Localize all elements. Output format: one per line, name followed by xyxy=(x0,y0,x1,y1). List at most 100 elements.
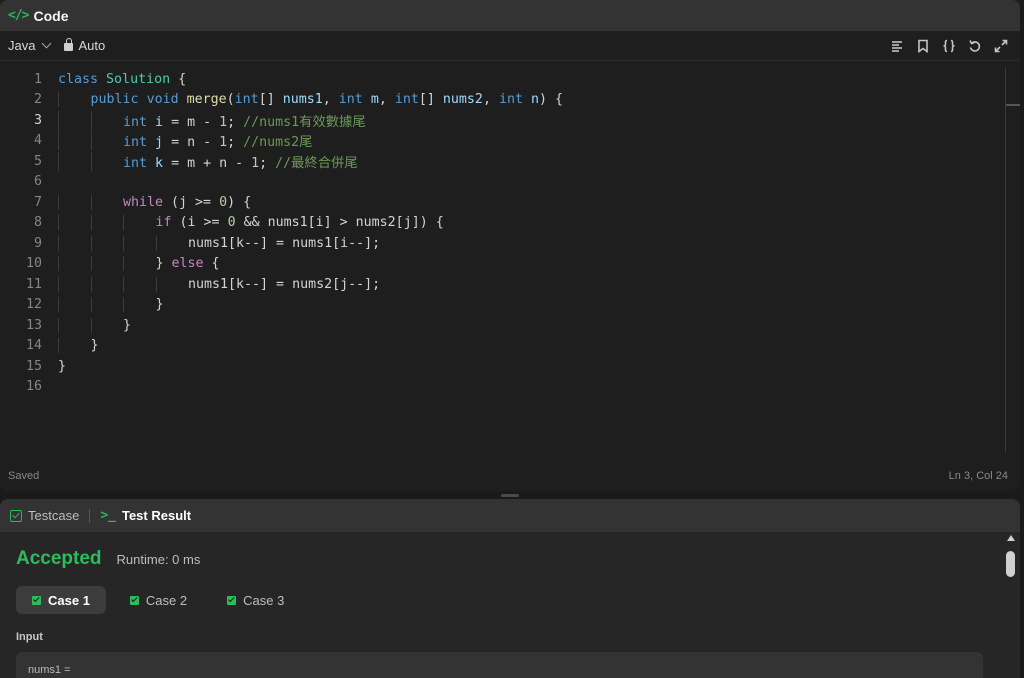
code-text: } else { xyxy=(42,256,220,272)
code-token: 0 xyxy=(227,215,236,231)
code-text: int j = n - 1; //nums2尾 xyxy=(42,131,313,151)
code-token: = n - xyxy=(163,135,220,151)
editor-scrollbar-track[interactable] xyxy=(1005,68,1006,452)
language-select[interactable]: Java xyxy=(8,38,54,53)
case-tab-label: Case 3 xyxy=(243,592,285,608)
result-scrollbar[interactable] xyxy=(1006,535,1016,675)
expand-icon[interactable] xyxy=(993,38,1008,53)
indent-guide xyxy=(123,297,124,313)
code-panel-title[interactable]: </> Code xyxy=(8,8,68,24)
chevron-down-icon xyxy=(42,38,52,49)
code-line[interactable]: 6 xyxy=(0,172,1020,193)
code-line[interactable]: 9 nums1[k--] = nums1[i--]; xyxy=(0,233,1020,254)
indent-guide xyxy=(90,194,92,210)
code-token: k xyxy=(155,155,164,171)
indent-guide xyxy=(58,256,59,272)
line-number: 12 xyxy=(25,297,42,313)
code-token: else xyxy=(171,256,204,272)
line-number: 7 xyxy=(33,194,42,210)
code-line[interactable]: 7 while (j >= 0) { xyxy=(0,192,1020,213)
code-line[interactable]: 4 int j = n - 1; //nums2尾 xyxy=(0,131,1020,152)
line-number: 11 xyxy=(25,276,42,292)
auto-mode-label: Auto xyxy=(78,38,106,53)
runtime-label: Runtime: 0 ms xyxy=(116,552,201,567)
code-token: class xyxy=(58,71,99,87)
scroll-thumb[interactable] xyxy=(1006,551,1015,577)
code-text: } xyxy=(42,317,131,333)
editor-overview-marker xyxy=(1006,104,1020,106)
code-line[interactable]: 5 int k = m + n - 1; //最終合併尾 xyxy=(0,151,1020,172)
tab-testcase[interactable]: Testcase xyxy=(10,508,79,523)
code-token: ) { xyxy=(227,194,252,210)
reset-icon[interactable] xyxy=(967,38,982,53)
code-line[interactable]: 3 int i = m - 1; //nums1有效數據尾 xyxy=(0,110,1020,131)
code-token: //最終合併尾 xyxy=(275,155,358,171)
line-number: 3 xyxy=(33,112,42,128)
auto-mode-toggle[interactable]: Auto xyxy=(64,38,105,53)
code-line[interactable]: 8 if (i >= 0 && nums1[i] > nums2[j]) { xyxy=(0,213,1020,234)
code-line[interactable]: 14} xyxy=(0,336,1020,357)
lock-icon xyxy=(64,38,74,51)
line-number: 10 xyxy=(25,256,42,272)
code-line[interactable]: 16 xyxy=(0,377,1020,398)
code-token: while xyxy=(123,194,164,210)
result-panel-header: Testcase >_ Test Result xyxy=(0,499,1020,532)
code-text: class Solution { xyxy=(42,72,186,87)
case-tab[interactable]: Case 3 xyxy=(211,586,300,614)
code-token: merge xyxy=(186,92,227,108)
tab-test-result[interactable]: >_ Test Result xyxy=(100,508,191,523)
code-token: 1 xyxy=(219,114,228,130)
code-token: } xyxy=(155,256,172,272)
code-token: { xyxy=(203,256,220,272)
input-value-box: nums1 = xyxy=(16,652,983,678)
code-text: int k = m + n - 1; //最終合併尾 xyxy=(42,151,358,171)
code-token: //nums2尾 xyxy=(243,135,313,151)
input-label: Input xyxy=(16,631,43,643)
line-number: 16 xyxy=(25,379,42,395)
bookmark-icon[interactable] xyxy=(915,38,930,53)
line-number: 9 xyxy=(33,235,42,251)
result-status: Accepted xyxy=(16,548,102,569)
case-tab[interactable]: Case 1 xyxy=(16,586,106,614)
scroll-up-icon[interactable] xyxy=(1007,535,1015,541)
code-text: } xyxy=(42,359,66,374)
code-icon: </> xyxy=(8,8,30,23)
line-number: 2 xyxy=(33,92,42,108)
format-icon[interactable] xyxy=(889,38,904,53)
code-token: , xyxy=(482,92,499,108)
editor-toolbar: Java Auto xyxy=(0,31,1020,61)
code-token: int xyxy=(338,92,363,108)
code-token: (i >= xyxy=(171,215,228,231)
code-line[interactable]: 13} xyxy=(0,315,1020,336)
panel-resize-handle[interactable] xyxy=(501,494,519,497)
code-token: ) { xyxy=(539,92,564,108)
code-text: int i = m - 1; //nums1有效數據尾 xyxy=(42,110,366,130)
tab-test-result-label: Test Result xyxy=(121,508,192,523)
checkbox-icon xyxy=(10,509,22,522)
indent-guide xyxy=(90,276,92,292)
code-editor[interactable]: 1 class Solution {2 public void merge(int[… xyxy=(0,61,1020,460)
indent-guide xyxy=(58,151,59,171)
code-line[interactable]: 11 nums1[k--] = nums2[j--]; xyxy=(0,274,1020,295)
braces-icon[interactable] xyxy=(941,38,956,53)
code-line[interactable]: 2 public void merge(int[] nums1, int m, i… xyxy=(0,90,1020,111)
case-tab[interactable]: Case 2 xyxy=(114,586,203,614)
code-token: int xyxy=(123,135,148,151)
result-body: Accepted Runtime: 0 ms Case 1 Case 2 Case … xyxy=(0,532,1020,678)
code-line[interactable]: 10} else { xyxy=(0,254,1020,275)
code-token: //nums1有效數據尾 xyxy=(243,114,366,130)
indent-guide xyxy=(155,235,157,251)
code-token: ; xyxy=(259,155,276,171)
tab-divider xyxy=(89,508,91,523)
code-line[interactable]: 1 class Solution { xyxy=(0,69,1020,90)
code-line[interactable]: 15} xyxy=(0,356,1020,377)
code-text: public void merge(int[] nums1, int m, in… xyxy=(42,92,564,108)
code-token: && nums1[i] > nums2[j]) { xyxy=(235,215,444,231)
code-token: = m + n - xyxy=(163,155,252,171)
code-line[interactable]: 12} xyxy=(0,295,1020,316)
code-token: nums2 xyxy=(442,92,483,108)
